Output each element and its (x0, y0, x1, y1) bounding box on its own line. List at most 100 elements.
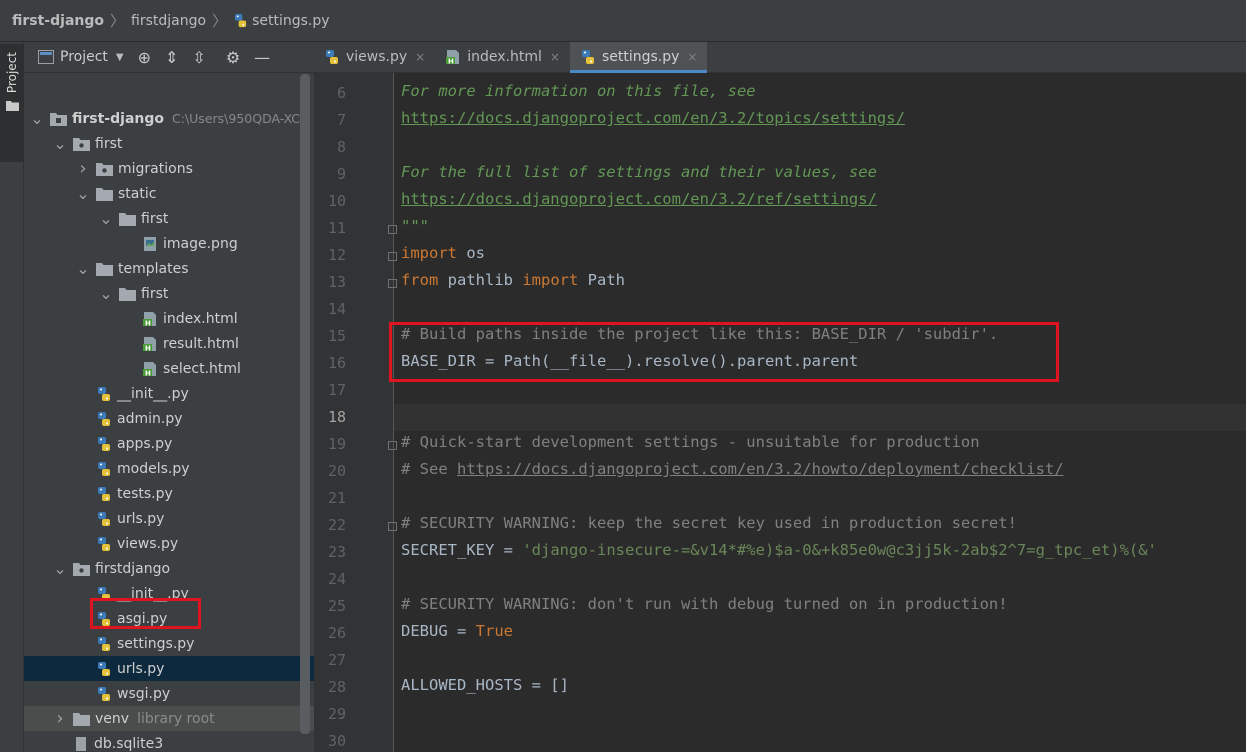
line-number: 13 (327, 273, 346, 291)
tree-item[interactable]: ⌄ first (24, 131, 314, 156)
breadcrumb-file[interactable]: settings.py (233, 13, 330, 29)
tree-item[interactable]: Hindex.html (24, 306, 314, 331)
line-number-gutter: 6 7 8 9 10 11 12 13 14 15 16 17 18 19 20 21 22 23 24 25 26 27… (314, 73, 397, 752)
line-number: 18 (327, 408, 346, 426)
line-number: 7 (336, 111, 346, 129)
tree-item[interactable]: ⌄ first (24, 281, 314, 306)
line-number: 6 (336, 84, 346, 102)
hide-panel-icon[interactable]: — (254, 48, 270, 67)
tree-item[interactable]: db.sqlite3 (24, 731, 314, 752)
editor-tab[interactable]: settings.py × (569, 42, 708, 73)
code-line: # Quick-start development settings - uns… (401, 433, 980, 451)
line-number: 28 (327, 678, 346, 696)
tree-item[interactable]: __init__.py (24, 381, 314, 406)
tree-item[interactable]: urls.py (24, 656, 314, 681)
html-file-icon: H (142, 336, 158, 352)
chevron-right-icon[interactable]: › (53, 708, 67, 729)
python-file-icon (96, 661, 112, 677)
tree-item-label: urls.py (117, 660, 165, 677)
image-file-icon (142, 236, 158, 252)
tree-item[interactable]: ⌄ static (24, 181, 314, 206)
line-number: 26 (327, 624, 346, 642)
tree-item[interactable]: ⌄ templates (24, 256, 314, 281)
tree-item[interactable]: Hresult.html (24, 331, 314, 356)
tree-item-label: apps.py (117, 435, 173, 452)
tree-item[interactable]: ⌄ first (24, 206, 314, 231)
chevron-down-icon[interactable]: ⌄ (76, 260, 90, 276)
chevron-right-icon[interactable]: › (76, 158, 90, 179)
tree-item[interactable]: admin.py (24, 406, 314, 431)
fold-marker-icon[interactable] (388, 225, 397, 234)
fold-marker-icon[interactable] (388, 441, 397, 450)
chevron-down-icon[interactable]: ⌄ (99, 210, 113, 226)
fold-marker-icon[interactable] (388, 279, 397, 288)
code-line: # SECURITY WARNING: don't run with debug… (401, 595, 1008, 613)
project-tool-window-tab[interactable]: Project (0, 44, 24, 162)
fold-marker-icon[interactable] (388, 252, 397, 261)
tree-item-label: templates (118, 260, 189, 277)
close-icon[interactable]: × (687, 50, 697, 64)
tree-scrollbar[interactable] (300, 74, 310, 734)
tree-item[interactable]: › venv library root (24, 706, 314, 731)
python-file-icon (96, 486, 112, 502)
breadcrumb-separator-icon: 〉 (212, 12, 228, 30)
python-file-icon (233, 13, 248, 28)
tree-item-label: firstdjango (95, 560, 171, 577)
chevron-down-icon[interactable]: ⌄ (30, 110, 44, 126)
breadcrumb-project[interactable]: first-django (12, 13, 104, 29)
editor-tab[interactable]: views.py × (314, 42, 435, 72)
chevron-down-icon[interactable]: ⌄ (99, 285, 113, 301)
tree-item[interactable]: urls.py (24, 506, 314, 531)
chevron-down-icon[interactable]: ⌄ (53, 560, 67, 576)
tree-item[interactable]: › migrations (24, 156, 314, 181)
project-view-selector[interactable]: Project (60, 49, 108, 65)
tree-item[interactable]: apps.py (24, 431, 314, 456)
tree-item[interactable]: Hselect.html (24, 356, 314, 381)
editor-tab-label: views.py (346, 49, 408, 65)
tree-item[interactable]: image.png (24, 231, 314, 256)
project-path: C:\Users\950QDA-XC (172, 111, 301, 126)
chevron-down-icon[interactable]: ▼ (116, 52, 124, 63)
tree-item[interactable]: models.py (24, 456, 314, 481)
html-file-icon: H (142, 311, 158, 327)
tree-item-label: first-django (72, 110, 164, 127)
tree-item[interactable]: views.py (24, 531, 314, 556)
code-line: https://docs.djangoproject.com/en/3.2/re… (401, 190, 877, 208)
collapse-all-icon[interactable]: ⇳ (192, 48, 205, 67)
code-editor[interactable]: 6 7 8 9 10 11 12 13 14 15 16 17 18 19 20 21 22 23 24 25 26 27… (314, 73, 1246, 752)
database-file-icon (73, 736, 89, 752)
breadcrumb-folder[interactable]: firstdjango (131, 13, 206, 29)
line-number: 22 (327, 516, 346, 534)
close-icon[interactable]: × (415, 50, 425, 64)
settings-file-highlight-box (90, 598, 201, 629)
navigation-bar: first-django 〉 firstdjango 〉 settings.py (0, 0, 1246, 42)
python-file-icon (96, 536, 112, 552)
editor-tab-label: index.html (467, 49, 542, 65)
tree-item-label: venv (95, 710, 130, 727)
line-number: 9 (336, 165, 346, 183)
expand-all-icon[interactable]: ⇕ (165, 48, 178, 67)
line-number: 30 (327, 732, 346, 750)
line-number: 17 (327, 381, 346, 399)
chevron-down-icon[interactable]: ⌄ (76, 185, 90, 201)
library-root-hint: library root (137, 710, 215, 727)
code-line: SECRET_KEY = 'django-insecure-=&v14*#%e)… (401, 541, 1157, 559)
current-line-highlight (394, 404, 1246, 431)
project-panel: Project ▼ ⊕ ⇕ ⇳ ⚙ — ⌄ first-django C:\User… (24, 42, 314, 752)
close-icon[interactable]: × (550, 50, 560, 64)
tree-item[interactable]: ⌄ first-django C:\Users\950QDA-XC (24, 106, 314, 131)
line-number: 27 (327, 651, 346, 669)
tree-item-label: image.png (163, 235, 238, 252)
code-line: ALLOWED_HOSTS = [] (401, 676, 569, 694)
tree-item[interactable]: settings.py (24, 631, 314, 656)
tree-item[interactable]: tests.py (24, 481, 314, 506)
tree-item[interactable]: ⌄ firstdjango (24, 556, 314, 581)
locate-file-icon[interactable]: ⊕ (138, 48, 151, 67)
python-file-icon (96, 411, 112, 427)
editor-tab[interactable]: Hindex.html × (435, 42, 570, 72)
gear-icon[interactable]: ⚙ (226, 48, 240, 67)
chevron-down-icon[interactable]: ⌄ (53, 135, 67, 151)
tree-item[interactable]: wsgi.py (24, 681, 314, 706)
fold-marker-icon[interactable] (388, 522, 397, 531)
tree-item-label: urls.py (117, 510, 165, 527)
